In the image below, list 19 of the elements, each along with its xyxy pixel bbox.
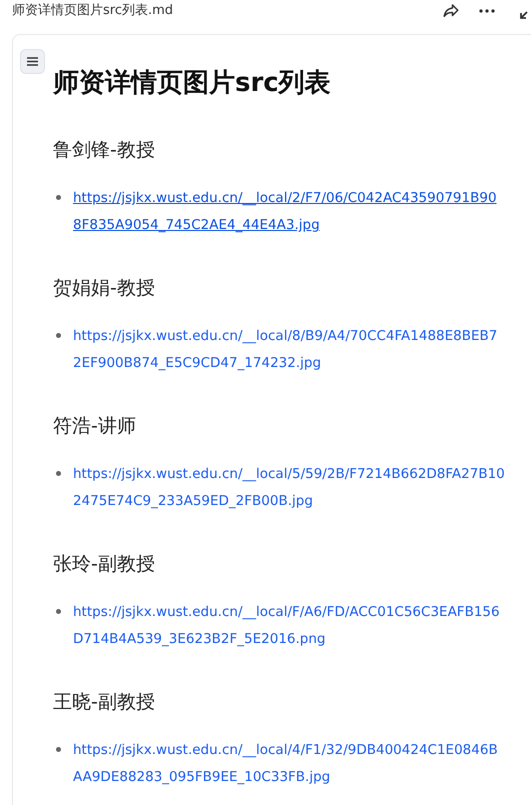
section-heading: 张玲-副教授 xyxy=(53,552,156,577)
bullet-icon xyxy=(56,195,61,200)
section-heading: 王晓-副教授 xyxy=(53,690,156,715)
section-heading: 符浩-讲师 xyxy=(53,414,137,439)
image-link[interactable]: https://jsjkx.wust.edu.cn/__local/2/F7/06/C042AC43590791B908F835A9054_745C2AE4_44E4A3.jpg xyxy=(73,185,505,239)
image-link[interactable]: https://jsjkx.wust.edu.cn/__local/5/59/2B/F7214B662D8FA27B102475E74C9_233A59ED_2FB00B.jpg xyxy=(73,461,505,515)
file-name: 师资详情页图片src列表.md xyxy=(12,2,174,20)
section-heading: 贺娟娟-教授 xyxy=(53,276,156,301)
document-title: 师资详情页图片src列表 xyxy=(53,67,332,100)
image-link[interactable]: https://jsjkx.wust.edu.cn/__local/4/F1/32/9DB400424C1E0846BAA9DE88283_095FB9EE_10C33FB.jpg xyxy=(73,737,505,791)
menu-icon xyxy=(27,57,38,66)
bullet-icon xyxy=(56,747,61,752)
image-link[interactable]: https://jsjkx.wust.edu.cn/__local/8/B9/A4/70CC4FA1488E8BEB72EF900B874_E5C9CD47_174232.jpg xyxy=(73,323,505,377)
bullet-icon xyxy=(56,471,61,476)
bullet-icon xyxy=(56,333,61,338)
bullet-icon xyxy=(56,609,61,614)
section-heading: 鲁剑锋-教授 xyxy=(53,138,156,163)
menu-button[interactable] xyxy=(20,49,45,74)
image-link[interactable]: https://jsjkx.wust.edu.cn/__local/F/A6/FD/ACC01C56C3EAFB156D714B4A539_3E623B2F_5E2016.png xyxy=(73,599,505,653)
